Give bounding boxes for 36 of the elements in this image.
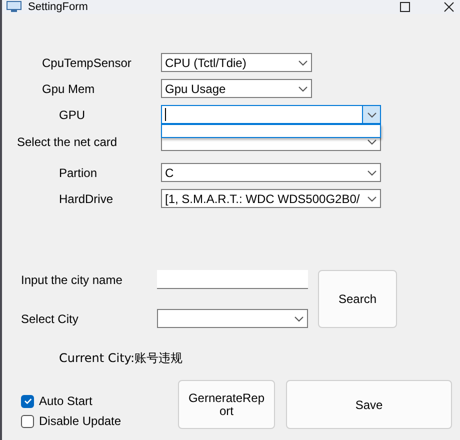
chevron-down-icon xyxy=(294,316,304,322)
text-cursor xyxy=(165,108,166,121)
checkbox[interactable] xyxy=(21,414,34,428)
chevron-down-icon xyxy=(298,86,308,92)
field-label: HardDrive xyxy=(58,192,114,206)
field-label: Select the net card xyxy=(16,134,118,148)
dropdown[interactable]: [1, S.M.A.R.T.: WDC WDS500G2B0/ xyxy=(161,189,381,208)
chevron-down-icon xyxy=(366,138,376,144)
checkbox-label: Auto Start xyxy=(39,394,92,408)
chevron-down-icon xyxy=(366,112,376,118)
current-city-text: Current City:账号违规 xyxy=(59,350,184,367)
field-label: Gpu Mem xyxy=(41,82,96,96)
field-label: Input the city name xyxy=(21,272,124,286)
dropdown[interactable]: C xyxy=(161,163,381,182)
city-dropdown[interactable] xyxy=(157,309,308,328)
save-button[interactable]: Save xyxy=(286,380,452,429)
maximize-icon[interactable] xyxy=(400,2,410,12)
monitor-icon xyxy=(6,1,22,13)
close-icon[interactable] xyxy=(444,2,454,12)
report-button[interactable]: GernerateReport xyxy=(178,380,275,429)
checkbox[interactable] xyxy=(21,394,34,408)
city-input[interactable] xyxy=(157,270,308,289)
dropdown[interactable]: Gpu Usage xyxy=(161,79,312,98)
window-title: SettingForm xyxy=(28,1,88,13)
chevron-down-icon xyxy=(298,60,308,66)
chevron-down-icon xyxy=(366,196,376,202)
checkbox-label: Disable Update xyxy=(39,414,122,428)
dropdown[interactable]: CPU (Tctl/Tdie) xyxy=(161,53,312,72)
search-button[interactable]: Search xyxy=(318,270,397,328)
field-label: Partion xyxy=(58,166,98,180)
field-label: GPU xyxy=(58,108,86,122)
checkmark-icon xyxy=(22,396,32,406)
chevron-down-icon xyxy=(366,170,376,176)
dropdown[interactable] xyxy=(161,105,381,124)
field-label: Select City xyxy=(21,312,80,326)
field-label: CpuTempSensor xyxy=(41,56,132,70)
